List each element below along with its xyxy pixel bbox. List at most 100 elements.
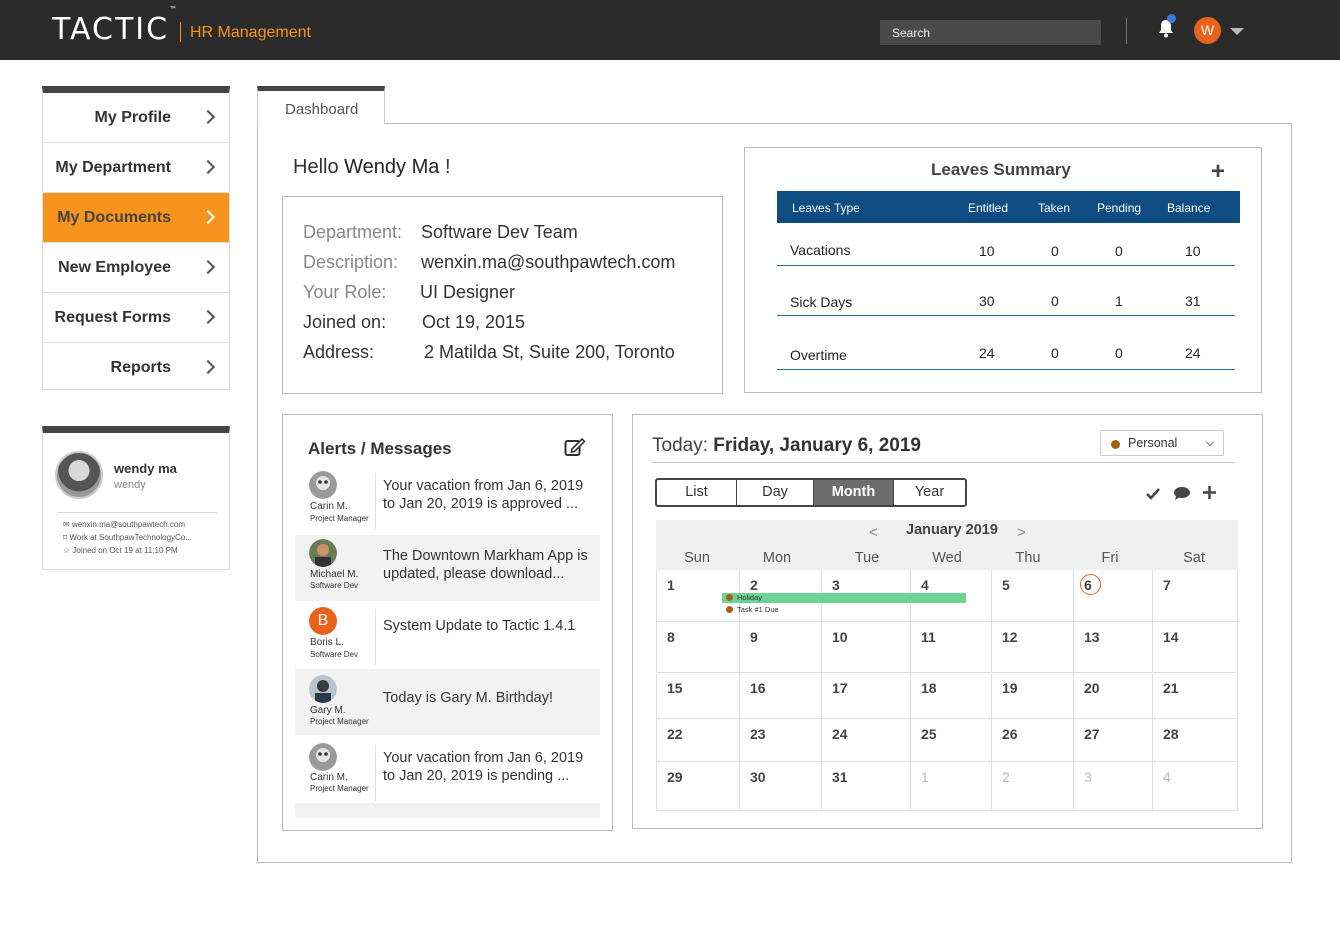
check-icon[interactable]: [1145, 487, 1161, 501]
calendar-day-number: 5: [1002, 577, 1010, 593]
calendar-day-cell[interactable]: 9: [740, 622, 822, 673]
calendar-day-cell[interactable]: 11: [911, 622, 992, 673]
tab-list[interactable]: List: [657, 480, 737, 505]
sender-role: Software Dev: [310, 581, 359, 590]
calendar-day-cell[interactable]: 20: [1074, 673, 1153, 719]
calendar-day-cell[interactable]: 24: [822, 719, 911, 762]
user-avatar[interactable]: W: [1194, 17, 1221, 44]
calendar-day-number: 7: [1163, 577, 1171, 593]
list-item[interactable]: Michael M. Software Dev The Downtown Mar…: [295, 535, 600, 601]
calendar-day-cell[interactable]: 30: [740, 762, 822, 811]
calendar-day-cell[interactable]: 17: [822, 673, 911, 719]
sidebar-item-my-documents[interactable]: My Documents: [43, 193, 229, 243]
sender-name: Boris L.: [310, 637, 344, 648]
calendar-day-cell[interactable]: 31: [822, 762, 911, 811]
calendar-day-cell[interactable]: 12: [992, 622, 1074, 673]
message-text: Your vacation from Jan 6, 2019 to Jan 20…: [383, 478, 584, 512]
sidebar-item-my-profile[interactable]: My Profile: [43, 93, 229, 143]
calendar-filter-value: Personal: [1128, 436, 1178, 450]
calendar-day-cell[interactable]: 22: [657, 719, 740, 762]
calendar-day-number: 10: [832, 629, 848, 645]
logo[interactable]: TACTIC™: [52, 5, 177, 47]
calendar-day-cell[interactable]: 8: [657, 622, 740, 673]
leave-pending: 0: [1115, 243, 1123, 259]
calendar-day-cell[interactable]: 28: [1153, 719, 1238, 762]
calendar-day-cell[interactable]: 14: [1153, 622, 1238, 673]
column-header: Pending: [1097, 201, 1142, 215]
calendar-day-cell[interactable]: 26: [992, 719, 1074, 762]
calendar-day-cell[interactable]: 15: [657, 673, 740, 719]
list-item[interactable]: Carin M. Project Manager Your vacation f…: [295, 741, 600, 807]
sender-name: Carin M.: [310, 501, 348, 512]
calendar-day-cell[interactable]: 18: [911, 673, 992, 719]
calendar-day-cell[interactable]: 5: [992, 570, 1074, 622]
list-item[interactable]: Gary M. Project Manager Today is Gary M.…: [295, 669, 600, 735]
calendar-day-cell[interactable]: 4: [1153, 762, 1238, 811]
prev-month-button[interactable]: <: [869, 524, 878, 541]
sidebar-item-request-forms[interactable]: Request Forms: [43, 293, 229, 343]
profile-name: wendy ma: [114, 461, 177, 476]
tab-day[interactable]: Day: [737, 480, 814, 505]
divider: [57, 512, 217, 513]
joined-label: Joined on:: [303, 312, 387, 332]
calendar-day-number: 15: [667, 680, 683, 696]
calendar-event[interactable]: Holiday: [722, 593, 966, 603]
chevron-down-icon[interactable]: [1230, 28, 1244, 35]
profile-email-text: wenxin.ma@southpawtech.com: [71, 520, 185, 529]
avatar[interactable]: [55, 451, 103, 499]
calendar-day-number: 14: [1163, 629, 1179, 645]
calendar-event[interactable]: Task #1 Due: [722, 605, 822, 615]
chevron-right-icon: [200, 259, 216, 275]
tab-dashboard[interactable]: Dashboard: [257, 86, 385, 124]
calendar-day-number: 16: [750, 680, 766, 696]
leave-type: Sick Days: [790, 294, 853, 310]
calendar-day-cell[interactable]: 21: [1153, 673, 1238, 719]
leaves-table-header: Leaves Type Entitled Taken Pending Balan…: [777, 191, 1240, 223]
message-text: The Downtown Markham App is updated, ple…: [383, 548, 588, 582]
calendar-day-cell[interactable]: 23: [740, 719, 822, 762]
chevron-right-icon: [200, 209, 216, 225]
calendar-day-number: 12: [1002, 629, 1018, 645]
plus-icon[interactable]: [1202, 485, 1217, 500]
calendar-day-cell[interactable]: 7: [1153, 570, 1238, 622]
calendar-day-cell[interactable]: 10: [822, 622, 911, 673]
calendar-day-cell[interactable]: 25: [911, 719, 992, 762]
leave-entitled: 10: [979, 243, 995, 259]
event-dot: [726, 594, 733, 601]
calendar-day-cell[interactable]: 19: [992, 673, 1074, 719]
table-row: Vacations 10 0 0 10: [777, 226, 1235, 266]
calendar-day-number: 1: [921, 769, 929, 785]
calendar-day-cell[interactable]: 2: [992, 762, 1074, 811]
sidebar-nav: My Profile My Department My Documents Ne…: [42, 86, 230, 390]
compose-icon[interactable]: [564, 437, 586, 457]
add-leave-button[interactable]: +: [1211, 158, 1225, 186]
tab-year[interactable]: Year: [894, 480, 965, 505]
calendar-day-cell[interactable]: 1: [911, 762, 992, 811]
profile-username: wendy: [114, 479, 146, 491]
calendar-card: Today: Friday, January 6, 2019 Personal …: [632, 414, 1263, 829]
calendar-filter-select[interactable]: Personal: [1100, 430, 1224, 456]
calendar-day-cell[interactable]: 3: [1074, 762, 1153, 811]
next-month-button[interactable]: >: [1017, 524, 1026, 541]
calendar-day-cell[interactable]: 29: [657, 762, 740, 811]
calendar-day-cell[interactable]: 16: [740, 673, 822, 719]
calendar-day-cell[interactable]: 13: [1074, 622, 1153, 673]
alerts-title: Alerts / Messages: [308, 439, 452, 458]
sender-role: Project Manager: [310, 717, 369, 726]
list-item[interactable]: Carin M. Project Manager Your vacation f…: [295, 469, 600, 535]
tab-month[interactable]: Month: [814, 480, 894, 505]
comment-icon[interactable]: [1173, 486, 1191, 501]
chevron-right-icon: [200, 309, 216, 325]
calendar-day-cell[interactable]: 27: [1074, 719, 1153, 762]
leave-type: Overtime: [790, 347, 847, 363]
search-input[interactable]: [880, 20, 1101, 45]
calendar-day-cell[interactable]: 6: [1074, 570, 1153, 622]
list-item[interactable]: B Boris L. Software Dev System Update to…: [295, 605, 600, 671]
calendar-day-number: 17: [832, 680, 848, 696]
sidebar-item-new-employee[interactable]: New Employee: [43, 243, 229, 293]
sidebar-item-reports[interactable]: Reports: [43, 343, 229, 389]
profile-joined-text: Joined on Oct 19 at 11:10 PM: [72, 546, 178, 555]
event-dot: [726, 606, 733, 613]
sidebar-item-my-department[interactable]: My Department: [43, 143, 229, 193]
message-text: System Update to Tactic 1.4.1: [383, 618, 576, 634]
